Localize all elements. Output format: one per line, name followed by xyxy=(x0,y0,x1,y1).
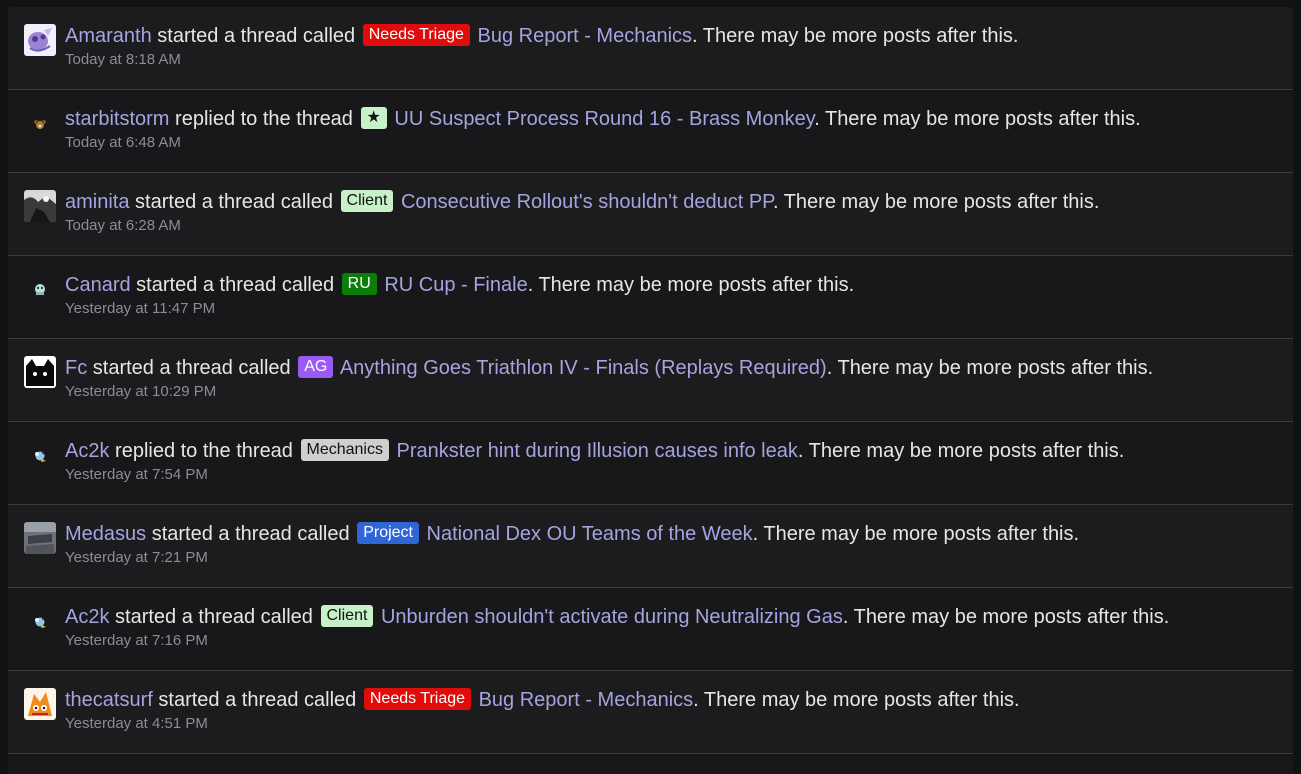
activity-row: starbitstorm replied to the thread ★ UU … xyxy=(8,90,1293,173)
username-link[interactable]: aminita xyxy=(65,191,129,213)
timestamp[interactable]: Yesterday at 4:51 PM xyxy=(65,715,1283,733)
activity-row: Medasus started a thread called Project … xyxy=(8,505,1293,588)
prefix-label: RU xyxy=(341,272,377,295)
username-link[interactable]: thecatsurf xyxy=(65,689,153,711)
username-link[interactable]: Medasus xyxy=(65,523,146,545)
activity-line: Canard started a thread called RU RU Cup… xyxy=(65,272,1283,297)
activity-line: starbitstorm replied to the thread ★ UU … xyxy=(65,106,1283,131)
activity-feed: Amaranth started a thread called Needs T… xyxy=(8,7,1293,774)
orange-creature-avatar[interactable] xyxy=(24,688,56,720)
lavender-creature-avatar[interactable] xyxy=(24,24,56,56)
username-link[interactable]: Ac2k xyxy=(65,440,109,462)
activity-content: Medasus started a thread called Project … xyxy=(65,521,1283,567)
prefix-label: Client xyxy=(320,604,374,627)
action-text: started a thread called xyxy=(115,606,313,628)
activity-content: Canard started a thread called RU RU Cup… xyxy=(65,272,1283,318)
username-link[interactable]: Amaranth xyxy=(65,25,152,47)
activity-content: Ac2k replied to the thread Mechanics Pra… xyxy=(65,438,1283,484)
bird-sprite-avatar[interactable] xyxy=(24,605,56,637)
activity-content: Ac2k started a thread called Client Unbu… xyxy=(65,604,1283,650)
trailing-text: . There may be more posts after this. xyxy=(797,440,1125,462)
activity-content: starbitstorm replied to the thread ★ UU … xyxy=(65,106,1283,152)
monkey-sprite-avatar[interactable] xyxy=(24,107,56,139)
trailing-text: . There may be more posts after this. xyxy=(826,357,1154,379)
activity-row: Fc started a thread called AG Anything G… xyxy=(8,339,1293,422)
activity-row: aminita started a thread called Client C… xyxy=(8,173,1293,256)
activity-line: Ac2k replied to the thread Mechanics Pra… xyxy=(65,438,1283,463)
trailing-text: . There may be more posts after this. xyxy=(693,689,1020,711)
timestamp[interactable]: Today at 6:48 AM xyxy=(65,134,1283,152)
action-text: started a thread called xyxy=(92,357,291,379)
timestamp[interactable]: Yesterday at 7:21 PM xyxy=(65,549,1283,567)
gray-photo-avatar[interactable] xyxy=(24,522,56,554)
activity-row-partial xyxy=(8,754,1293,774)
activity-line: thecatsurf started a thread called Needs… xyxy=(65,687,1283,712)
activity-line: Medasus started a thread called Project … xyxy=(65,521,1283,546)
username-link[interactable]: Canard xyxy=(65,274,131,296)
action-text: started a thread called xyxy=(157,25,356,47)
thread-link[interactable]: RU Cup - Finale xyxy=(384,274,527,296)
activity-line: Fc started a thread called AG Anything G… xyxy=(65,355,1283,380)
prefix-label: Client xyxy=(340,189,394,212)
timestamp[interactable]: Yesterday at 11:47 PM xyxy=(65,300,1283,318)
activity-row: Amaranth started a thread called Needs T… xyxy=(8,7,1293,90)
activity-content: thecatsurf started a thread called Needs… xyxy=(65,687,1283,733)
thread-link[interactable]: Unburden shouldn't activate during Neutr… xyxy=(381,606,843,628)
action-text: replied to the thread xyxy=(115,440,293,462)
timestamp[interactable]: Yesterday at 10:29 PM xyxy=(65,383,1283,401)
activity-content: Amaranth started a thread called Needs T… xyxy=(65,23,1283,69)
thread-link[interactable]: National Dex OU Teams of the Week xyxy=(427,523,753,545)
prefix-label: Needs Triage xyxy=(363,687,472,710)
username-link[interactable]: Fc xyxy=(65,357,87,379)
username-link[interactable]: starbitstorm xyxy=(65,108,169,130)
trailing-text: . There may be more posts after this. xyxy=(527,274,855,296)
thread-link[interactable]: Bug Report - Mechanics xyxy=(479,689,694,711)
activity-content: Fc started a thread called AG Anything G… xyxy=(65,355,1283,401)
action-text: started a thread called xyxy=(135,191,333,213)
thread-link[interactable]: Bug Report - Mechanics xyxy=(477,25,692,47)
trailing-text: . There may be more posts after this. xyxy=(814,108,1141,130)
thread-link[interactable]: UU Suspect Process Round 16 - Brass Monk… xyxy=(394,108,814,130)
ghost-sprite-avatar[interactable] xyxy=(24,273,56,305)
action-text: replied to the thread xyxy=(175,108,353,130)
activity-row: Ac2k replied to the thread Mechanics Pra… xyxy=(8,422,1293,505)
prefix-label: Mechanics xyxy=(300,438,389,461)
timestamp[interactable]: Today at 6:28 AM xyxy=(65,217,1283,235)
activity-content: aminita started a thread called Client C… xyxy=(65,189,1283,235)
activity-row: thecatsurf started a thread called Needs… xyxy=(8,671,1293,754)
trailing-text: . There may be more posts after this. xyxy=(772,191,1100,213)
action-text: started a thread called xyxy=(158,689,357,711)
black-cat-avatar[interactable] xyxy=(24,356,56,388)
thread-link[interactable]: Anything Goes Triathlon IV - Finals (Rep… xyxy=(340,357,827,379)
thread-link[interactable]: Consecutive Rollout's shouldn't deduct P… xyxy=(401,191,773,213)
action-text: started a thread called xyxy=(151,523,350,545)
username-link[interactable]: Ac2k xyxy=(65,606,109,628)
trailing-text: . There may be more posts after this. xyxy=(842,606,1170,628)
prefix-label: ★ xyxy=(360,106,387,129)
timestamp[interactable]: Yesterday at 7:16 PM xyxy=(65,632,1283,650)
activity-row: Canard started a thread called RU RU Cup… xyxy=(8,256,1293,339)
activity-line: aminita started a thread called Client C… xyxy=(65,189,1283,214)
prefix-label: Project xyxy=(357,521,419,544)
timestamp[interactable]: Yesterday at 7:54 PM xyxy=(65,466,1283,484)
activity-line: Ac2k started a thread called Client Unbu… xyxy=(65,604,1283,629)
action-text: started a thread called xyxy=(136,274,335,296)
grayscale-photo-avatar[interactable] xyxy=(24,190,56,222)
thread-link[interactable]: Prankster hint during Illusion causes in… xyxy=(397,440,798,462)
timestamp[interactable]: Today at 8:18 AM xyxy=(65,51,1283,69)
trailing-text: . There may be more posts after this. xyxy=(692,25,1019,47)
trailing-text: . There may be more posts after this. xyxy=(752,523,1080,545)
prefix-label: AG xyxy=(298,355,334,378)
bird-sprite-avatar[interactable] xyxy=(24,439,56,471)
prefix-label: Needs Triage xyxy=(362,23,470,46)
activity-row: Ac2k started a thread called Client Unbu… xyxy=(8,588,1293,671)
activity-line: Amaranth started a thread called Needs T… xyxy=(65,23,1283,48)
